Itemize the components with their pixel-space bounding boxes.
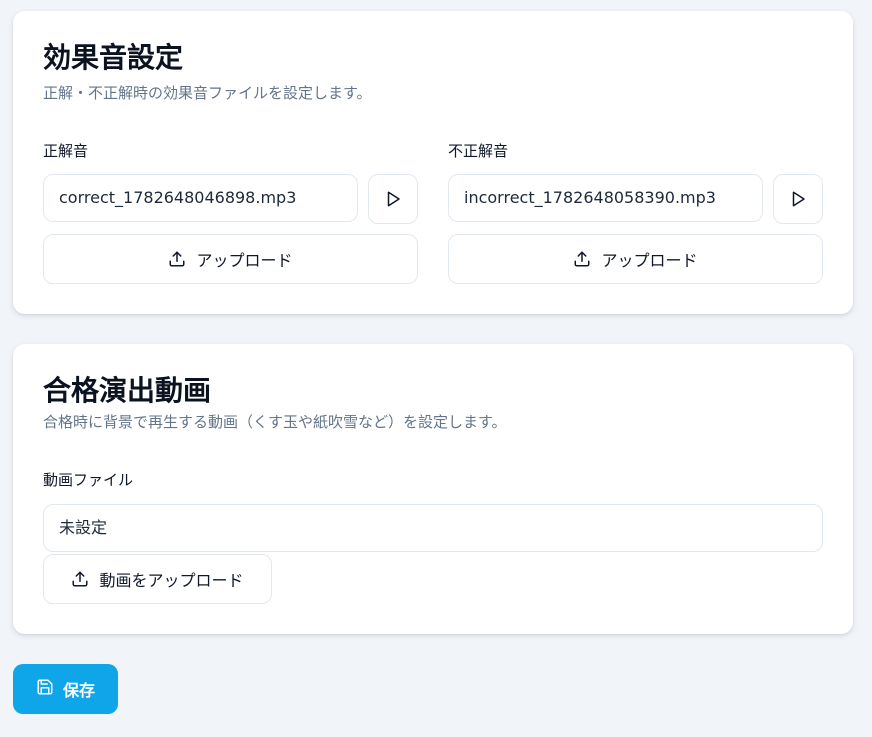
video-settings-description: 合格時に背景で再生する動画（くす玉や紙吹雪など）を設定します。 (43, 413, 507, 431)
video-settings-card: 合格演出動画 合格時に背景で再生する動画（くす玉や紙吹雪など）を設定します。 動… (13, 344, 853, 634)
save-label: 保存 (62, 681, 95, 700)
correct-sound-upload-label: アップロード (196, 251, 293, 270)
incorrect-sound-file-field[interactable]: incorrect_1782648058390.mp3 (448, 174, 763, 222)
correct-sound-play-button[interactable] (368, 174, 418, 224)
video-settings-title: 合格演出動画 (43, 374, 212, 407)
save-button[interactable]: 保存 (13, 664, 118, 714)
sound-settings-card: 効果音設定 正解・不正解時の効果音ファイルを設定します。 正解音 correct… (13, 11, 853, 314)
correct-sound-upload-button[interactable]: アップロード (43, 234, 418, 284)
incorrect-sound-label: 不正解音 (448, 142, 509, 160)
sound-settings-description: 正解・不正解時の効果音ファイルを設定します。 (43, 84, 372, 102)
correct-sound-label: 正解音 (43, 142, 89, 160)
video-upload-button[interactable]: 動画をアップロード (43, 554, 272, 604)
play-icon (384, 190, 402, 208)
upload-icon (71, 570, 89, 588)
incorrect-sound-play-button[interactable] (773, 174, 823, 224)
correct-sound-file-field[interactable]: correct_1782648046898.mp3 (43, 174, 358, 222)
video-file-label: 動画ファイル (43, 471, 134, 489)
incorrect-sound-upload-button[interactable]: アップロード (448, 234, 823, 284)
save-icon (36, 678, 54, 700)
sound-settings-title: 効果音設定 (43, 41, 184, 74)
video-file-field[interactable]: 未設定 (43, 504, 823, 552)
play-icon (789, 190, 807, 208)
upload-icon (573, 250, 591, 268)
upload-icon (168, 250, 186, 268)
incorrect-sound-upload-label: アップロード (601, 251, 698, 270)
video-upload-label: 動画をアップロード (99, 571, 244, 590)
